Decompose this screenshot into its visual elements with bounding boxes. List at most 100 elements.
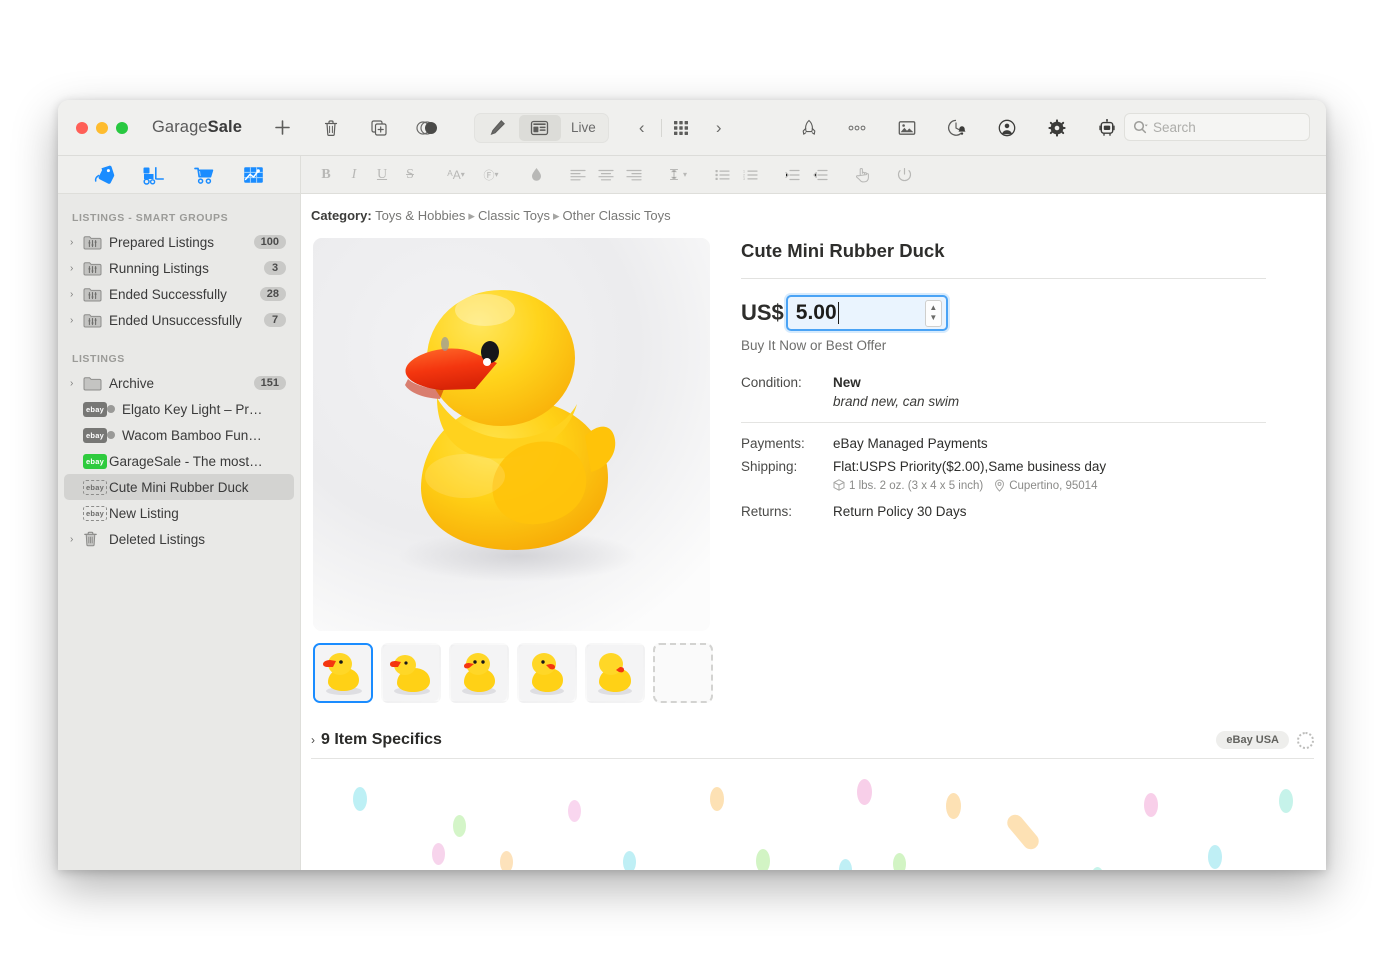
navigation-group: ‹ › [623,112,738,144]
item-specifics-header[interactable]: › 9 Item Specifics eBay USA [311,731,1314,759]
folder-icon [83,376,107,391]
nav-forward-button[interactable]: › [700,112,738,144]
sidebar-item-running-listings[interactable]: › Running Listings 3 [64,255,294,281]
disclosure-icon[interactable]: › [70,263,83,274]
chevron-right-icon[interactable]: › [311,733,315,747]
disclosure-icon[interactable]: › [70,378,83,389]
sidebar-item-archive[interactable]: › Archive 151 [64,370,294,396]
disclosure-icon[interactable]: › [70,237,83,248]
quantity-stepper[interactable]: ▲ ▼ [925,300,942,327]
shipping-value[interactable]: Flat:USPS Priority($2.00),Same business … [833,459,1106,474]
grid-icon[interactable] [662,112,700,144]
confetti-piece [946,793,961,819]
indent-decrease-button[interactable] [807,162,833,188]
stepper-up-icon[interactable]: ▲ [929,304,937,312]
view-mode-segmented-control[interactable]: Live [474,113,609,143]
account-icon[interactable] [988,112,1026,144]
breadcrumb-item-3[interactable]: Other Classic Toys [562,208,670,223]
line-spacing-button[interactable]: ▾ [663,162,693,188]
smart-folder-icon [83,261,107,276]
nav-back-button[interactable]: ‹ [623,112,661,144]
underline-button[interactable]: U [369,162,395,188]
payments-value[interactable]: eBay Managed Payments [833,436,988,451]
ebay-gray-icon: ebay [83,428,107,443]
indent-increase-button[interactable] [779,162,805,188]
duplicate-icon[interactable] [360,112,398,144]
italic-button[interactable]: I [341,162,367,188]
minimize-button[interactable] [96,122,108,134]
sidebar-item-wacom-bamboo[interactable]: › ebay Wacom Bamboo Fun… [64,422,294,448]
rocket-icon[interactable] [790,112,828,144]
condition-value[interactable]: New [833,375,861,390]
chart-icon[interactable] [241,163,265,187]
edit-mode-button[interactable] [477,115,519,141]
confetti-piece [568,800,581,822]
sidebar-item-ended-successfully[interactable]: › Ended Successfully 28 [64,281,294,307]
font-size-button[interactable]: ᴬA▾ [439,162,473,188]
disclosure-icon[interactable]: › [70,315,83,326]
breadcrumb-item-1[interactable]: Toys & Hobbies [375,208,465,223]
weight-value: 1 lbs. 2 oz. (3 x 4 x 5 inch) [849,480,983,492]
numbered-list-button[interactable]: 123 [737,162,763,188]
sidebar-item-cute-mini-rubber-duck[interactable]: › ebay Cute Mini Rubber Duck [64,474,294,500]
svg-text:3: 3 [743,177,745,181]
zoom-button[interactable] [116,122,128,134]
live-mode-button[interactable]: Live [561,115,606,141]
listing-meta: Condition: New brand new, can swim Payme… [741,375,1266,519]
watch-icon[interactable] [938,112,976,144]
reset-button[interactable] [891,162,917,188]
align-right-button[interactable] [621,162,647,188]
sidebar-item-elgato-key-light[interactable]: › ebay Elgato Key Light – Pr… [64,396,294,422]
sidebar-item-garagesale[interactable]: › ebay GarageSale - The most… [64,448,294,474]
preview-mode-button[interactable] [519,115,561,141]
search-field[interactable]: Search [1124,113,1310,141]
font-family-button[interactable]: Ⓕ▾ [475,162,507,188]
forklift-icon[interactable] [142,163,166,187]
condition-row: Condition: New [741,375,1266,390]
hand-cursor-icon[interactable] [849,162,875,188]
meta-divider [741,422,1266,423]
marketplace-badge[interactable]: eBay USA [1216,731,1289,749]
add-icon[interactable] [264,112,302,144]
main-photo[interactable] [313,238,710,631]
page-title: Cute Mini Rubber Duck [741,240,1266,262]
stepper-down-icon[interactable]: ▼ [929,314,937,322]
returns-value[interactable]: Return Policy 30 Days [833,504,967,519]
thumbnail-4[interactable] [517,643,577,703]
thumbnail-2[interactable] [381,643,441,703]
text-color-button[interactable] [523,162,549,188]
returns-label: Returns: [741,504,833,519]
image-icon[interactable] [888,112,926,144]
window-body: LISTINGS - SMART GROUPS › Prepared Listi… [58,194,1326,870]
bullet-list-button[interactable] [709,162,735,188]
bold-button[interactable]: B [313,162,339,188]
align-left-button[interactable] [565,162,591,188]
disclosure-icon[interactable]: › [70,534,83,545]
robot-icon[interactable] [1088,112,1126,144]
add-photo-button[interactable] [653,643,713,703]
align-center-button[interactable] [593,162,619,188]
more-icon[interactable] [838,112,876,144]
disclosure-icon[interactable]: › [70,289,83,300]
overlap-icon[interactable] [408,112,446,144]
weight-group: 1 lbs. 2 oz. (3 x 4 x 5 inch) [833,479,983,492]
sidebar-item-ended-unsuccessfully[interactable]: › Ended Unsuccessfully 7 [64,307,294,333]
tag-icon[interactable] [93,163,117,187]
strikethrough-button[interactable]: S [397,162,423,188]
sidebar-item-new-listing[interactable]: › ebay New Listing [64,500,294,526]
price-input[interactable]: 5.00 ▲ ▼ [786,295,948,331]
close-button[interactable] [76,122,88,134]
settings-icon[interactable] [1038,112,1076,144]
delete-icon[interactable] [312,112,350,144]
ebay-tag-label: ebay [83,402,107,417]
sidebar-item-prepared-listings[interactable]: › Prepared Listings 100 [64,229,294,255]
thumbnail-5[interactable] [585,643,645,703]
breadcrumb-item-2[interactable]: Classic Toys [478,208,550,223]
thumbnail-3[interactable] [449,643,509,703]
sidebar-item-deleted-listings[interactable]: › Deleted Listings [64,526,294,552]
location-group: Cupertino, 95014 [994,479,1097,492]
sidebar-header-listings: LISTINGS [58,347,300,370]
cart-icon[interactable] [192,163,216,187]
thumbnail-1[interactable] [313,643,373,703]
condition-note-value[interactable]: brand new, can swim [833,394,959,409]
